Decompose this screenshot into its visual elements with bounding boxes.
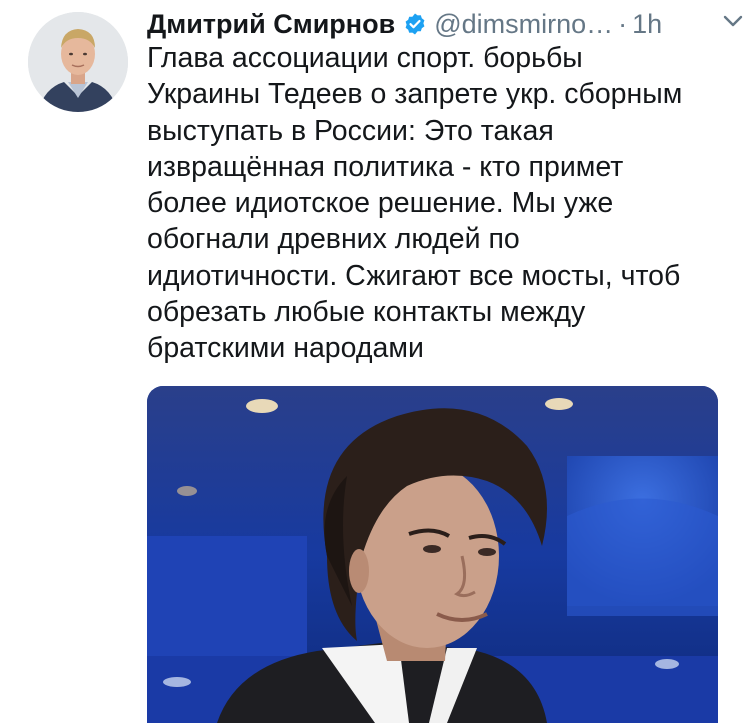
- author-name[interactable]: Дмитрий Смирнов: [147, 9, 395, 40]
- avatar-photo: [28, 12, 128, 112]
- tweet-timestamp[interactable]: 1h: [632, 9, 662, 40]
- tweet-header: Дмитрий Смирнов @dimsmirno… · 1h: [147, 4, 730, 44]
- avatar[interactable]: [28, 12, 128, 112]
- author-handle[interactable]: @dimsmirno…: [434, 9, 613, 40]
- header-separator: ·: [618, 8, 628, 39]
- verified-badge-icon: [403, 12, 427, 36]
- tweet-text: Глава ассоциации спорт. борьбы Украины Т…: [147, 42, 683, 365]
- media-photo: [147, 386, 718, 723]
- tweet-card[interactable]: Дмитрий Смирнов @dimsmirno… · 1h Глава а…: [0, 0, 750, 723]
- chevron-down-icon[interactable]: [720, 8, 746, 34]
- tweet-media-image[interactable]: [147, 386, 718, 723]
